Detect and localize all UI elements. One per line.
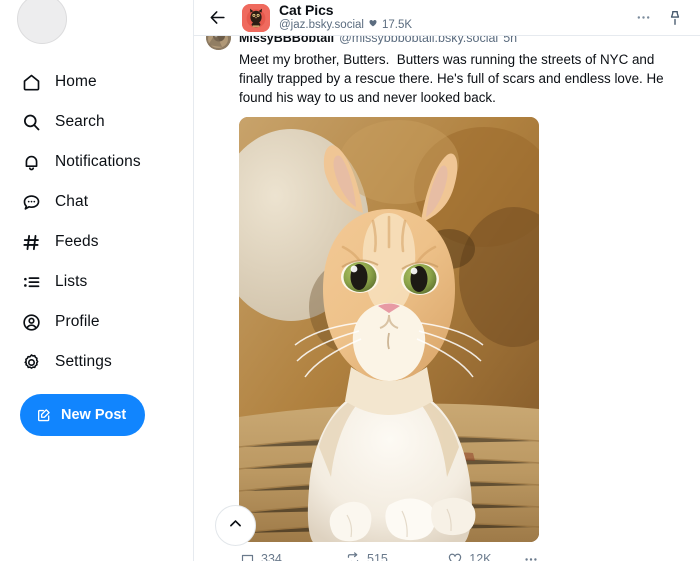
sidebar-item-notifications[interactable]: Notifications [20,142,194,182]
sidebar-item-label: Settings [55,353,112,370]
sidebar-item-label: Chat [55,193,89,210]
bluesky-app: Home Search Notifications Chat Feeds Lis… [0,0,700,561]
gear-icon [20,351,43,374]
page-title: Cat Pics [279,1,334,18]
repost-button[interactable]: 515 [345,551,447,561]
new-post-button[interactable]: New Post [20,394,146,436]
chat-bubble-icon [20,191,43,214]
sidebar-item-profile[interactable]: Profile [20,302,194,342]
sidebar-item-label: Search [55,113,105,130]
cat-avatar-icon[interactable] [242,3,270,32]
ellipsis-icon [523,551,539,561]
back-button[interactable] [204,5,230,31]
sidebar-item-label: Home [55,73,97,90]
sidebar-item-label: Notifications [55,153,141,170]
sidebar-item-feeds[interactable]: Feeds [20,222,194,262]
like-count: 12K [469,552,492,561]
feed-handle: @jaz.bsky.social [279,18,364,31]
post-image[interactable] [239,117,539,543]
repost-count: 515 [367,552,388,561]
bell-icon [20,151,43,174]
sidebar-item-settings[interactable]: Settings [20,342,194,382]
pin-button[interactable] [662,5,688,31]
scroll-to-top-button[interactable] [215,505,256,546]
user-avatar[interactable] [17,0,67,44]
sidebar-item-label: Profile [55,313,100,330]
home-icon [20,71,43,94]
hashtag-icon [20,231,43,254]
reply-button[interactable]: 334 [239,551,345,561]
like-button[interactable]: 12K [447,551,523,561]
sidebar-item-label: Feeds [55,233,99,250]
new-post-label: New Post [61,407,127,423]
repost-icon [345,551,361,561]
compose-icon [35,407,52,424]
list-icon [20,271,43,294]
sidebar-item-chat[interactable]: Chat [20,182,194,222]
heart-icon [368,18,378,32]
post-actions: 334 515 12K [239,551,539,561]
sidebar-item-label: Lists [55,273,88,290]
feed-like-count: 17.5K [381,18,413,31]
chevron-up-icon [227,515,244,537]
header-more-button[interactable] [630,5,656,31]
thread-feed: MissyBBBobtail @missybbbobtail.bsky.soci… [194,0,700,561]
post-image-wrap [239,117,688,543]
search-icon [20,111,43,134]
thread-header-subtitle: @jaz.bsky.social 17.5K [279,18,412,32]
thread-header-text: Cat Pics @jaz.bsky.social 17.5K [279,1,412,33]
sidebar-item-search[interactable]: Search [20,102,194,142]
heart-icon [447,551,463,561]
sidebar-item-lists[interactable]: Lists [20,262,194,302]
sidebar-nav: Home Search Notifications Chat Feeds Lis… [20,62,194,382]
main-column: MissyBBBobtail @missybbbobtail.bsky.soci… [194,0,700,561]
reply-count: 334 [261,552,282,561]
post-more-button[interactable] [523,551,539,561]
thread-header: Cat Pics @jaz.bsky.social 17.5K [194,0,700,36]
post: MissyBBBobtail @missybbbobtail.bsky.soci… [194,0,700,561]
post-text: Meet my brother, Butters. Butters was ru… [239,52,668,106]
sidebar: Home Search Notifications Chat Feeds Lis… [0,0,194,561]
sidebar-item-home[interactable]: Home [20,62,194,102]
reply-icon [239,551,255,561]
person-circle-icon [20,311,43,334]
